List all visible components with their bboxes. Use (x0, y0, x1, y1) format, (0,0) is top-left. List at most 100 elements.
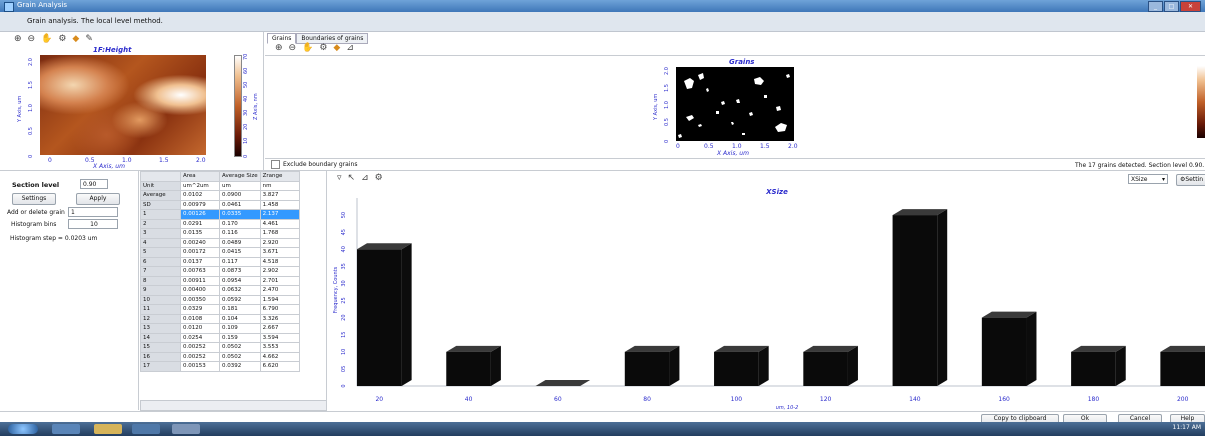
table-row[interactable]: 12 0.0108 0.104 3.326 (140, 313, 300, 324)
table-cell[interactable]: 0.0954 (219, 275, 261, 286)
table-cell[interactable]: 0.0137 (180, 256, 220, 267)
table-cell[interactable]: 0.0335 (219, 209, 261, 220)
table-column-header[interactable]: Average Size (219, 171, 261, 182)
table-cell[interactable]: 0.00911 (180, 275, 220, 286)
table-cell[interactable]: 2.902 (259, 266, 300, 277)
histogram-bar[interactable] (803, 351, 848, 386)
app-taskbar-icon[interactable] (172, 424, 200, 434)
grains-plot[interactable] (676, 67, 794, 141)
start-button[interactable] (8, 424, 38, 434)
table-row-header[interactable]: 3 (140, 228, 181, 239)
table-cell[interactable]: 3.671 (259, 247, 300, 258)
table-hscrollbar[interactable] (140, 400, 327, 411)
table-row[interactable]: 8 0.00911 0.0954 2.701 (140, 275, 300, 286)
maximize-button[interactable]: □ (1164, 1, 1179, 12)
table-cell[interactable]: um^2um (180, 180, 220, 191)
table-cell[interactable]: 0.0135 (180, 228, 220, 239)
table-cell[interactable]: 0.0392 (219, 361, 261, 372)
table-cell[interactable]: 0.00153 (180, 361, 220, 372)
grain-table[interactable]: Area Average Size Zrange Unit um^2um um nm Aver… (140, 171, 300, 372)
table-column-header[interactable]: Area (180, 171, 220, 182)
histogram-bar[interactable] (981, 317, 1027, 386)
table-cell[interactable]: 0.00240 (180, 237, 220, 248)
table-cell[interactable]: 0.116 (219, 228, 261, 239)
add-delete-input[interactable]: 1 (68, 207, 118, 217)
section-level-input[interactable]: 0.90 (80, 179, 108, 189)
checkbox-box[interactable] (271, 160, 280, 169)
table-row[interactable]: 6 0.0137 0.117 4.518 (140, 256, 300, 267)
table-cell[interactable]: 0.159 (219, 332, 261, 343)
browser-icon[interactable] (52, 424, 80, 434)
table-cell[interactable]: 0.0873 (219, 266, 261, 277)
zoom-out-icon[interactable]: ⊖ (28, 34, 36, 44)
table-cell[interactable]: 0.0291 (180, 218, 220, 229)
table-cell[interactable]: 0.117 (219, 256, 261, 267)
table-cell[interactable]: 0.00252 (180, 351, 220, 362)
table-cell[interactable]: 0.0120 (180, 323, 220, 334)
zoom-in-icon[interactable]: ⊕ (275, 43, 283, 53)
table-row-header[interactable]: Unit (140, 180, 181, 191)
table-row-header[interactable]: 9 (140, 285, 181, 296)
table-row-header[interactable]: 14 (140, 332, 181, 343)
folder-icon[interactable] (94, 424, 122, 434)
table-cell[interactable]: nm (259, 180, 300, 191)
table-row[interactable]: 5 0.00172 0.0415 3.671 (140, 247, 300, 258)
table-cell[interactable]: um (219, 180, 261, 191)
table-cell[interactable]: 4.518 (259, 256, 300, 267)
table-row-header[interactable]: SD (140, 199, 181, 210)
table-cell[interactable]: 0.00172 (180, 247, 220, 258)
table-cell[interactable]: 0.0900 (219, 190, 261, 201)
settings-icon[interactable]: ⚙ (58, 34, 66, 44)
table-row-header[interactable]: 8 (140, 275, 181, 286)
table-cell[interactable]: 0.109 (219, 323, 261, 334)
table-row[interactable]: Average 0.0102 0.0900 3.827 (140, 190, 300, 201)
table-row[interactable]: SD 0.00979 0.0461 1.458 (140, 199, 300, 210)
table-cell[interactable]: 0.170 (219, 218, 261, 229)
table-row-header[interactable]: 7 (140, 266, 181, 277)
histogram-bar[interactable] (624, 351, 670, 386)
table-row[interactable]: 11 0.0329 0.181 6.790 (140, 304, 300, 315)
table-row[interactable]: Unit um^2um um nm (140, 180, 300, 191)
table-cell[interactable]: 3.553 (259, 342, 300, 353)
table-row[interactable]: 3 0.0135 0.116 1.768 (140, 228, 300, 239)
table-cell[interactable]: 4.461 (259, 218, 300, 229)
table-cell[interactable]: 0.104 (219, 313, 261, 324)
zoom-in-icon[interactable]: ⊕ (14, 34, 22, 44)
table-row-header[interactable]: 6 (140, 256, 181, 267)
table-cell[interactable]: 4.662 (259, 351, 300, 362)
histogram-bar[interactable] (446, 351, 491, 386)
table-cell[interactable]: 2.701 (259, 275, 300, 286)
table-row-header[interactable]: 12 (140, 313, 181, 324)
table-row-header[interactable]: 16 (140, 351, 181, 362)
table-row[interactable]: 13 0.0120 0.109 2.667 (140, 323, 300, 334)
table-cell[interactable]: 1.594 (259, 294, 300, 305)
table-row-header[interactable]: 13 (140, 323, 181, 334)
table-cell[interactable]: 0.0632 (219, 285, 261, 296)
table-row-header[interactable]: 4 (140, 237, 181, 248)
table-cell[interactable]: 0.00400 (180, 285, 220, 296)
table-cell[interactable]: 2.470 (259, 285, 300, 296)
zoom-out-icon[interactable]: ⊖ (289, 43, 297, 53)
pan-icon[interactable]: ✋ (302, 43, 313, 53)
table-row[interactable]: 14 0.0254 0.159 3.594 (140, 332, 300, 343)
palette-icon[interactable]: ◆ (72, 34, 79, 44)
table-cell[interactable]: 1.768 (259, 228, 300, 239)
palette-icon[interactable]: ◆ (333, 43, 340, 53)
histogram-bins-input[interactable]: 10 (68, 219, 118, 229)
table-row-header[interactable]: 1 (140, 209, 181, 220)
media-player-icon[interactable] (132, 424, 160, 434)
table-cell[interactable]: 0.0502 (219, 351, 261, 362)
settings-icon[interactable]: ⚙ (319, 43, 327, 53)
table-cell[interactable]: 6.620 (259, 361, 300, 372)
table-cell[interactable]: 0.0489 (219, 237, 261, 248)
table-cell[interactable]: 3.594 (259, 332, 300, 343)
table-row[interactable]: 10 0.00350 0.0592 1.594 (140, 294, 300, 305)
histogram-chart[interactable]: XSize 0 05 10 15 20 25 30 35 40 45 50 Frequency, Cou… (327, 170, 1205, 410)
table-cell[interactable]: 6.790 (259, 304, 300, 315)
table-cell[interactable]: 3.326 (259, 313, 300, 324)
table-cell[interactable]: 0.0329 (180, 304, 220, 315)
table-row[interactable]: 1 0.00126 0.0335 2.137 (140, 209, 300, 220)
table-cell[interactable]: 0.0592 (219, 294, 261, 305)
table-cell[interactable]: 0.00350 (180, 294, 220, 305)
table-cell[interactable]: 0.00979 (180, 199, 220, 210)
